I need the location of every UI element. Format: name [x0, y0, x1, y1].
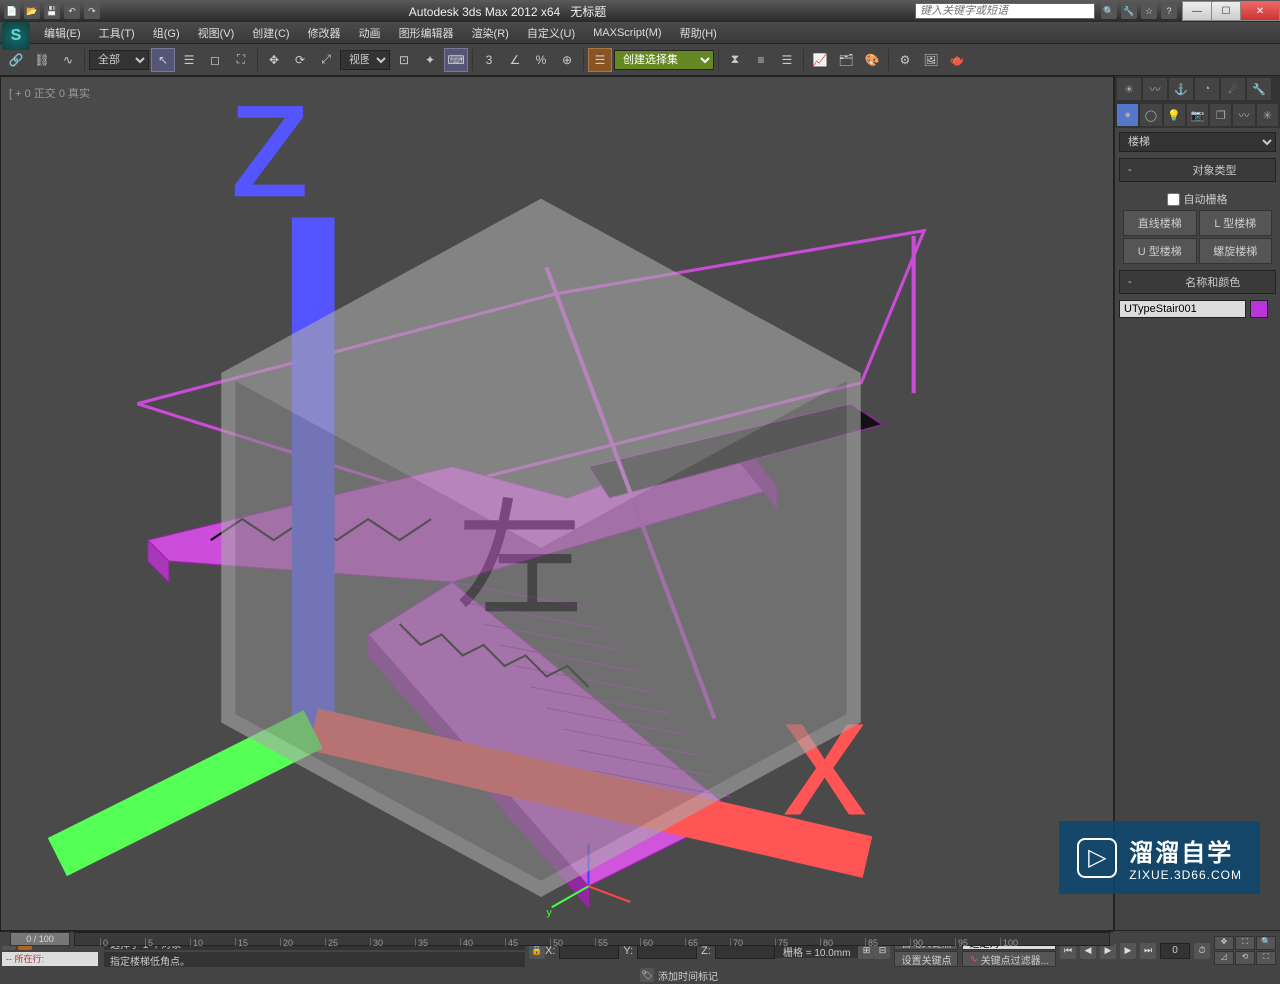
star-icon[interactable]: ☆ [1141, 3, 1157, 19]
btn-u-stair[interactable]: U 型楼梯 [1123, 238, 1197, 264]
menu-edit[interactable]: 编辑(E) [36, 22, 89, 44]
menu-bar: 编辑(E) 工具(T) 组(G) 视图(V) 创建(C) 修改器 动画 图形编辑… [0, 22, 1280, 44]
pan-icon[interactable]: ✥ [1214, 936, 1234, 950]
y-label: Y: [623, 945, 633, 957]
play-logo-icon: ▷ [1077, 838, 1117, 878]
goto-end-icon[interactable]: ⏭ [1140, 943, 1156, 959]
menu-group[interactable]: 组(G) [145, 22, 188, 44]
next-frame-icon[interactable]: ▶ [1120, 943, 1136, 959]
orbit-icon[interactable]: ⟲ [1235, 951, 1255, 965]
lights-icon[interactable]: 💡 [1164, 104, 1185, 126]
tool-icon[interactable]: 🔧 [1121, 3, 1137, 19]
object-name-input[interactable] [1119, 300, 1246, 318]
search-icon[interactable]: 🔍 [1101, 3, 1117, 19]
new-icon[interactable]: 📄 [4, 3, 20, 19]
menu-create[interactable]: 创建(C) [244, 22, 297, 44]
z-label: Z: [701, 945, 711, 957]
help-search-input[interactable] [915, 3, 1095, 19]
ruler-mark: 25 [325, 938, 338, 946]
autogrid-checkbox[interactable] [1167, 193, 1180, 206]
ruler-mark: 65 [685, 938, 698, 946]
ruler-mark: 60 [640, 938, 653, 946]
btn-spiral-stair[interactable]: 螺旋楼梯 [1199, 238, 1273, 264]
watermark: ▷ 溜溜自学 ZIXUE.3D66.COM [1059, 821, 1260, 894]
menu-tools[interactable]: 工具(T) [91, 22, 143, 44]
ruler-mark: 5 [145, 938, 153, 946]
ruler-mark: 100 [1000, 938, 1018, 946]
tab-utilities-icon[interactable]: 🔧 [1247, 78, 1271, 100]
prompt-status: 指定楼梯低角点。 [104, 952, 525, 967]
systems-icon[interactable]: ✳ [1257, 104, 1278, 126]
save-icon[interactable]: 💾 [44, 3, 60, 19]
menu-view[interactable]: 视图(V) [190, 22, 243, 44]
tab-modify-icon[interactable]: 〰 [1143, 78, 1167, 100]
ruler-mark: 50 [550, 938, 563, 946]
menu-maxscript[interactable]: MAXScript(M) [585, 24, 669, 42]
menu-render[interactable]: 渲染(R) [464, 22, 517, 44]
ruler-mark: 85 [865, 938, 878, 946]
btn-straight-stair[interactable]: 直线楼梯 [1123, 210, 1197, 236]
autogrid-label: 自动栅格 [1184, 191, 1228, 207]
shapes-icon[interactable]: ◯ [1140, 104, 1161, 126]
open-icon[interactable]: 📂 [24, 3, 40, 19]
ruler-mark: 40 [460, 938, 473, 946]
redo-icon[interactable]: ↷ [84, 3, 100, 19]
ruler-mark: 30 [370, 938, 383, 946]
rollout-objtype[interactable]: -对象类型 [1119, 158, 1276, 182]
fov-icon[interactable]: ◿ [1214, 951, 1234, 965]
command-panel: ☀ 〰 ⚓ ◔ ☄ 🔧 ● ◯ 💡 📷 ❐ 〰 ✳ 楼梯 -对象类型 自动栅格 … [1114, 76, 1280, 930]
ruler-mark: 0 [100, 938, 108, 946]
ruler-mark: 45 [505, 938, 518, 946]
tab-display-icon[interactable]: ☄ [1221, 78, 1245, 100]
svg-text:左: 左 [456, 490, 584, 633]
ruler-mark: 95 [955, 938, 968, 946]
ruler-mark: 10 [190, 938, 203, 946]
ruler-mark: 15 [235, 938, 248, 946]
close-button[interactable]: ✕ [1240, 1, 1280, 21]
helpers-icon[interactable]: ❐ [1210, 104, 1231, 126]
maxview-icon[interactable]: ⛶ [1256, 951, 1276, 965]
ruler-mark: 55 [595, 938, 608, 946]
menu-grapheditor[interactable]: 图形编辑器 [391, 22, 462, 44]
time-config-icon[interactable]: ⏱ [1194, 943, 1210, 959]
keyfilter-button[interactable]: ∿ 关键点过滤器... [962, 951, 1056, 967]
btn-l-stair[interactable]: L 型楼梯 [1199, 210, 1273, 236]
maximize-button[interactable]: ☐ [1211, 1, 1241, 21]
rollout-namecolor[interactable]: -名称和颜色 [1119, 270, 1276, 294]
minimize-button[interactable]: — [1182, 1, 1212, 21]
ruler-mark: 35 [415, 938, 428, 946]
ruler-mark: 80 [820, 938, 833, 946]
ruler-mark: 70 [730, 938, 743, 946]
zoom-ext-icon[interactable]: ⛶ [1235, 936, 1255, 950]
undo-icon[interactable]: ↶ [64, 3, 80, 19]
cameras-icon[interactable]: 📷 [1187, 104, 1208, 126]
menu-customize[interactable]: 自定义(U) [519, 22, 583, 44]
ruler-mark: 20 [280, 938, 293, 946]
app-icon[interactable]: S [2, 22, 30, 50]
tab-hierarchy-icon[interactable]: ⚓ [1169, 78, 1193, 100]
viewcube[interactable]: 左 [0, 93, 1097, 946]
menu-modify[interactable]: 修改器 [300, 22, 349, 44]
menu-help[interactable]: 帮助(H) [672, 22, 725, 44]
script-listener[interactable]: -- 所在行: [2, 952, 98, 966]
addtime-label[interactable]: 添加时间标记 [658, 968, 718, 983]
frame-spinner[interactable] [1160, 943, 1190, 959]
category-dropdown[interactable]: 楼梯 [1119, 132, 1276, 152]
title-bar: 📄 📂 💾 ↶ ↷ Autodesk 3ds Max 2012 x64 无标题 … [0, 0, 1280, 22]
viewport[interactable]: [ + 0 正交 0 真实 [0, 76, 1114, 931]
setkey-button[interactable]: 设置关键点 [894, 951, 958, 967]
object-color-swatch[interactable] [1250, 300, 1268, 318]
ruler-mark: 75 [775, 938, 788, 946]
menu-anim[interactable]: 动画 [351, 22, 389, 44]
spacewarps-icon[interactable]: 〰 [1233, 104, 1254, 126]
tag-icon[interactable]: 🏷 [640, 968, 654, 982]
title-text: Autodesk 3ds Max 2012 x64 无标题 [100, 3, 915, 20]
zoom-icon[interactable]: 🔍 [1256, 936, 1276, 950]
time-slider[interactable]: 0 / 100 [10, 932, 70, 946]
ruler-mark: 90 [910, 938, 923, 946]
tab-motion-icon[interactable]: ◔ [1195, 78, 1219, 100]
help-icon[interactable]: ? [1161, 3, 1177, 19]
